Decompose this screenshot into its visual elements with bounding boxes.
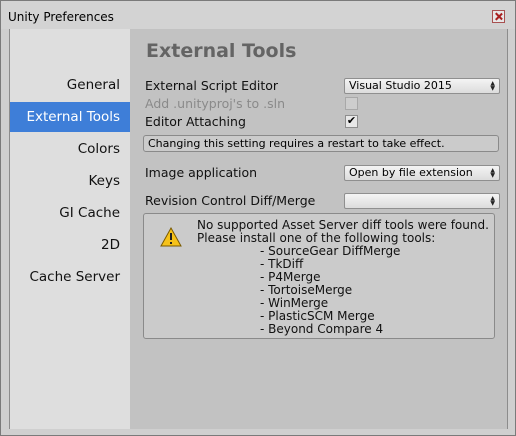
page-title: External Tools xyxy=(146,40,297,62)
external-tools-panel: External Tools External Script Editor Vi… xyxy=(130,29,508,429)
window-title: Unity Preferences xyxy=(8,10,114,24)
help-line-1: No supported Asset Server diff tools wer… xyxy=(197,218,489,232)
image-application-value: Open by file extension xyxy=(349,166,473,179)
sidebar-item-cache-server[interactable]: Cache Server xyxy=(10,262,130,292)
sidebar-item-external-tools[interactable]: External Tools xyxy=(10,102,130,132)
tool-item: - WinMerge xyxy=(260,296,329,310)
tool-item: - TkDiff xyxy=(260,257,304,271)
sidebar-item-general[interactable]: General xyxy=(10,70,130,100)
preferences-sidebar: General External Tools Colors Keys GI Ca… xyxy=(9,29,131,429)
tool-item: - SourceGear DiffMerge xyxy=(260,244,401,258)
preferences-window: Unity Preferences General External Tools… xyxy=(0,0,516,436)
add-unityproj-checkbox[interactable] xyxy=(345,97,358,110)
editor-attaching-checkbox[interactable]: ✔ xyxy=(345,115,358,128)
restart-note: Changing this setting requires a restart… xyxy=(143,135,499,152)
image-application-dropdown[interactable]: Open by file extension ▲ ▼ xyxy=(344,165,500,181)
tool-item: - P4Merge xyxy=(260,270,321,284)
close-button[interactable] xyxy=(492,10,505,23)
script-editor-label: External Script Editor xyxy=(145,78,279,93)
image-application-label: Image application xyxy=(145,165,258,180)
sidebar-item-colors[interactable]: Colors xyxy=(10,134,130,164)
warning-icon xyxy=(160,227,182,247)
revision-control-label: Revision Control Diff/Merge xyxy=(145,193,316,208)
tool-item: - PlasticSCM Merge xyxy=(260,309,375,323)
help-line-2: Please install one of the following tool… xyxy=(197,231,436,245)
checkmark-icon: ✔ xyxy=(346,114,357,127)
diff-tools-help-box: No supported Asset Server diff tools wer… xyxy=(143,213,495,339)
script-editor-dropdown[interactable]: Visual Studio 2015 ▲ ▼ xyxy=(344,78,500,94)
dropdown-arrows-icon: ▲ ▼ xyxy=(490,80,495,92)
tool-item: - TortoiseMerge xyxy=(260,283,353,297)
dropdown-arrows-icon: ▲ ▼ xyxy=(490,195,495,207)
revision-control-dropdown[interactable]: ▲ ▼ xyxy=(344,193,500,209)
dropdown-arrows-icon: ▲ ▼ xyxy=(490,167,495,179)
title-bar: Unity Preferences xyxy=(1,1,515,29)
sidebar-item-2d[interactable]: 2D xyxy=(10,230,130,260)
sidebar-item-gi-cache[interactable]: GI Cache xyxy=(10,198,130,228)
sidebar-item-keys[interactable]: Keys xyxy=(10,166,130,196)
add-unityproj-label: Add .unityproj's to .sln xyxy=(145,96,286,111)
editor-attaching-label: Editor Attaching xyxy=(145,114,246,129)
tool-item: - Beyond Compare 4 xyxy=(260,322,384,336)
script-editor-value: Visual Studio 2015 xyxy=(349,79,452,92)
